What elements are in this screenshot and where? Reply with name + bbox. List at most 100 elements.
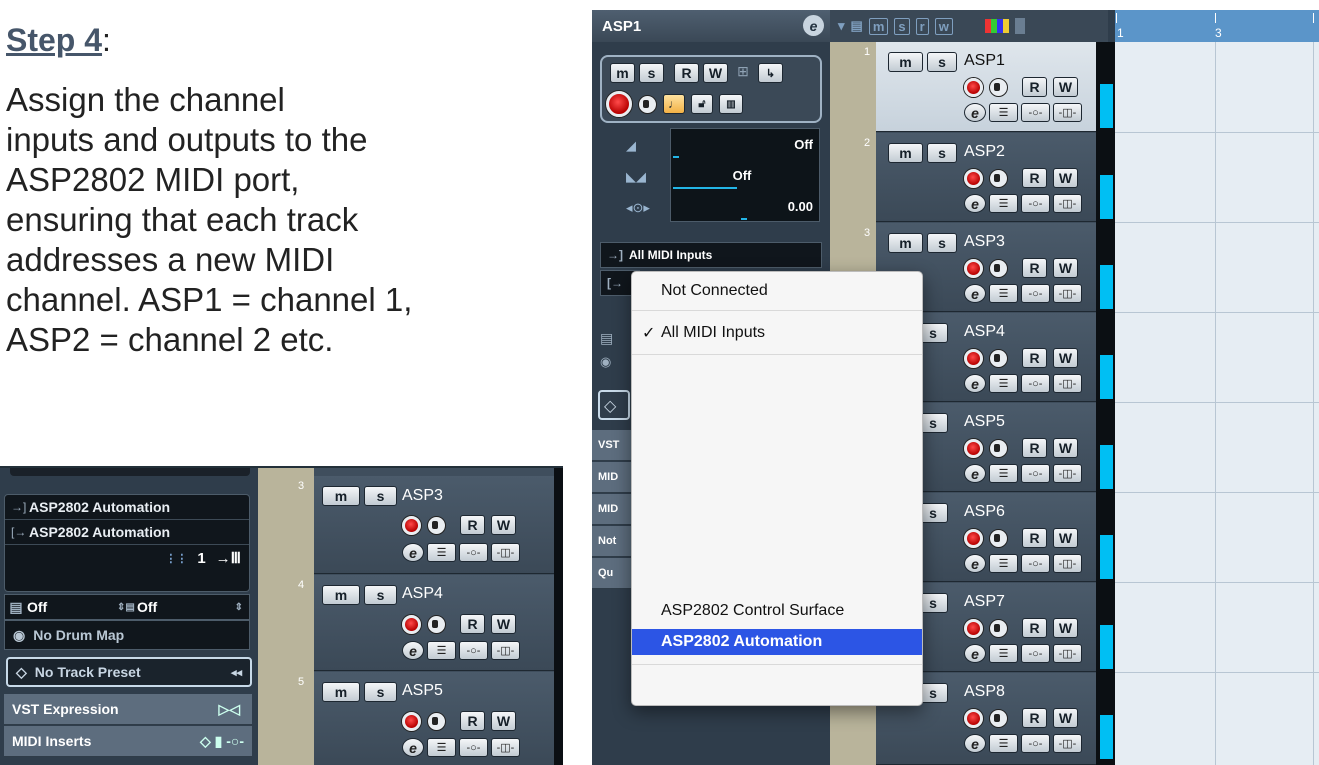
output-routing-row[interactable]: [→ ASP2802 Automation <box>5 520 249 545</box>
record-button[interactable] <box>964 258 983 278</box>
lanes-icon[interactable]: ☰ <box>989 103 1018 122</box>
send-icon[interactable]: -◫- <box>1053 464 1082 483</box>
volume-row[interactable]: Off <box>671 129 819 160</box>
lanes-icon[interactable]: ☰ <box>989 464 1018 483</box>
insert-icon[interactable]: -○- <box>459 641 488 660</box>
read-button[interactable]: R <box>1022 438 1047 458</box>
record-button[interactable] <box>964 348 983 368</box>
keyboard-icon[interactable]: ▥ <box>719 94 743 114</box>
section-midi-inserts[interactable]: MIDI Inserts ◇ ▮ -○- <box>4 726 252 757</box>
mute-button[interactable]: m <box>888 233 923 253</box>
solo-button[interactable]: s <box>364 585 397 605</box>
mute-button[interactable]: m <box>888 143 923 163</box>
record-button[interactable] <box>402 515 421 535</box>
section-vst[interactable]: VST <box>592 430 632 461</box>
edit-button[interactable]: e <box>402 738 424 757</box>
insert-icon[interactable]: -○- <box>1021 554 1050 573</box>
insert-icon[interactable]: -○- <box>1021 284 1050 303</box>
solo-button[interactable]: s <box>364 486 397 506</box>
route-icon[interactable]: ↳ <box>758 63 783 83</box>
freeze-icon[interactable]: ⊞ <box>732 63 754 83</box>
track-name[interactable]: ASP1 <box>964 52 1005 70</box>
menu-item-all-midi-inputs[interactable]: ✓ All MIDI Inputs <box>632 320 922 346</box>
edit-instrument-button[interactable]: e <box>803 15 824 36</box>
edit-button[interactable]: e <box>964 374 986 393</box>
monitor-button[interactable] <box>989 77 1008 97</box>
lanes-icon[interactable]: ☰ <box>989 644 1018 663</box>
lanes-icon[interactable]: ☰ <box>989 734 1018 753</box>
lock-icon[interactable]: 🔓︎ <box>691 94 713 114</box>
record-button[interactable] <box>402 711 421 731</box>
monitor-button[interactable] <box>989 258 1008 278</box>
timeline-ruler[interactable]: 1 3 <box>1115 10 1319 42</box>
track-row[interactable]: 4 ms ASP4 RW e ☰ -○- -◫- <box>298 575 554 671</box>
mute-button[interactable]: m <box>322 486 360 506</box>
monitor-button[interactable] <box>989 348 1008 368</box>
edit-button[interactable]: e <box>964 194 986 213</box>
track-row-selected[interactable]: 1 ms ASP1 RW e ☰ -○- -◫- <box>864 42 1096 132</box>
edit-button[interactable]: e <box>964 103 986 122</box>
mute-button[interactable]: m <box>322 682 360 702</box>
record-button[interactable] <box>964 77 983 97</box>
write-button[interactable]: W <box>1053 438 1078 458</box>
monitor-button[interactable] <box>638 94 657 114</box>
write-button[interactable]: W <box>1053 618 1078 638</box>
solo-button[interactable]: s <box>927 52 957 72</box>
monitor-button[interactable] <box>989 708 1008 728</box>
section-quick-controls[interactable]: Qu <box>592 558 632 589</box>
mute-button[interactable]: m <box>610 63 635 83</box>
monitor-button[interactable] <box>989 618 1008 638</box>
read-button[interactable]: R <box>460 614 485 634</box>
lanes-icon[interactable]: ☰ <box>427 543 456 562</box>
track-name[interactable]: ASP5 <box>964 413 1005 431</box>
input-routing-field[interactable]: →] All MIDI Inputs <box>600 242 822 268</box>
edit-button[interactable]: e <box>402 543 424 562</box>
stepper-right-icon[interactable]: ⇕ <box>235 602 249 613</box>
read-button[interactable]: R <box>1022 708 1047 728</box>
send-icon[interactable]: -◫- <box>491 543 520 562</box>
stepper-icon[interactable]: ⇕▤ <box>117 602 137 613</box>
solo-button[interactable]: s <box>927 233 957 253</box>
write-button[interactable]: W <box>1053 528 1078 548</box>
edit-button[interactable]: e <box>964 734 986 753</box>
edit-button[interactable]: e <box>402 641 424 660</box>
inspector-header[interactable]: ASP1 e <box>592 10 830 42</box>
edit-button[interactable]: e <box>964 284 986 303</box>
insert-icon[interactable]: -○- <box>459 543 488 562</box>
write-button[interactable]: W <box>703 63 728 83</box>
solo-button[interactable]: s <box>364 682 397 702</box>
send-icon[interactable]: -◫- <box>491 641 520 660</box>
insert-icon[interactable]: -○- <box>459 738 488 757</box>
color-bars-icon[interactable] <box>984 19 1009 33</box>
insert-icon[interactable]: -○- <box>1021 194 1050 213</box>
toolbar-mute-all[interactable]: m <box>868 17 889 35</box>
record-button[interactable] <box>964 708 983 728</box>
read-button[interactable]: R <box>674 63 699 83</box>
track-name[interactable]: ASP7 <box>964 593 1005 611</box>
event-display[interactable] <box>1115 42 1319 765</box>
mute-button[interactable]: m <box>322 585 360 605</box>
read-button[interactable]: R <box>1022 77 1047 97</box>
read-button[interactable]: R <box>1022 528 1047 548</box>
toolbar-toggle-icon[interactable] <box>1014 18 1025 34</box>
lanes-icon[interactable]: ☰ <box>989 374 1018 393</box>
edit-button[interactable]: e <box>964 644 986 663</box>
delay-row[interactable]: 0.00 <box>671 191 819 222</box>
toolbar-solo-all[interactable]: s <box>894 17 910 35</box>
lanes-icon[interactable]: ☰ <box>427 738 456 757</box>
solo-button[interactable]: s <box>927 143 957 163</box>
solo-button[interactable]: s <box>639 63 664 83</box>
send-icon[interactable]: -◫- <box>491 738 520 757</box>
read-button[interactable]: R <box>460 515 485 535</box>
bank-right-value[interactable]: Off <box>137 599 235 615</box>
track-name[interactable]: ASP4 <box>964 323 1005 341</box>
monitor-button[interactable] <box>989 528 1008 548</box>
record-button[interactable] <box>402 614 421 634</box>
toolbar-read-all[interactable]: r <box>915 17 929 35</box>
write-button[interactable]: W <box>1053 258 1078 278</box>
write-button[interactable]: W <box>1053 77 1078 97</box>
list-view-icon[interactable]: ▤ <box>851 18 863 34</box>
write-button[interactable]: W <box>491 515 516 535</box>
write-button[interactable]: W <box>491 711 516 731</box>
read-button[interactable]: R <box>1022 348 1047 368</box>
